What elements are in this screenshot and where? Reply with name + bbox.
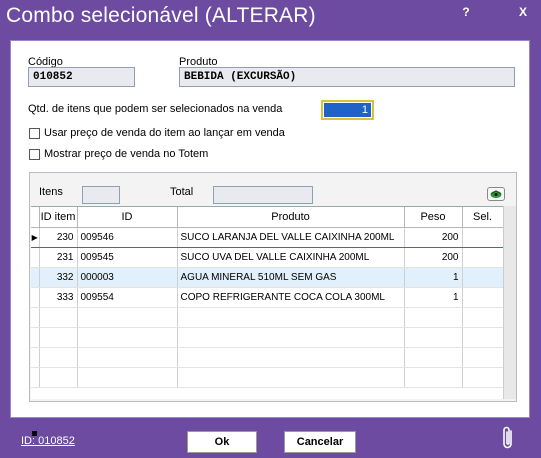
form-panel: Código 010852 Produto BEBIDA (EXCURSÃO) … (10, 40, 530, 436)
window-title: Combo selecionável (ALTERAR) (6, 4, 316, 27)
qtd-value: 1 (324, 103, 371, 117)
cell-id: 009546 (77, 226, 178, 248)
cell-sel[interactable] (462, 287, 504, 308)
usar-preco-checkbox[interactable] (29, 128, 40, 139)
qtd-input[interactable]: 1 (321, 100, 374, 120)
table-row[interactable]: 231 009545 SUCO UVA DEL VALLE CAIXINHA 2… (31, 247, 504, 268)
cancel-button[interactable]: Cancelar (284, 431, 356, 453)
cell-produto: COPO REFRIGERANTE COCA COLA 300ML (177, 287, 405, 308)
table-row-empty (31, 307, 504, 328)
cell-peso: 200 (404, 226, 463, 248)
close-button[interactable]: X (512, 4, 534, 20)
items-grid-area: Itens Total ID item ID Produto Peso Sel.… (29, 172, 517, 436)
window-frame: Combo selecionável (ALTERAR) ? X Código … (0, 0, 541, 458)
table-row-empty (31, 327, 504, 348)
table-row[interactable]: 333 009554 COPO REFRIGERANTE COCA COLA 3… (31, 287, 504, 308)
row-pointer-icon: ▶ (31, 226, 40, 248)
qtd-label: Qtd. de itens que podem ser selecionados… (28, 103, 283, 115)
items-table: ID item ID Produto Peso Sel. ▶ 230 00954… (31, 206, 504, 436)
cell-sel[interactable] (462, 226, 504, 248)
paperclip-icon[interactable] (500, 424, 516, 452)
refresh-icon (490, 190, 502, 198)
table-row-empty (31, 347, 504, 368)
cell-id: 009554 (77, 287, 178, 308)
help-button[interactable]: ? (455, 4, 477, 20)
cell-id-item: 230 (39, 226, 78, 248)
col-header-sel[interactable]: Sel. (462, 207, 504, 228)
col-header-id[interactable]: ID (77, 207, 178, 228)
cell-peso: 1 (404, 267, 463, 288)
col-header-peso[interactable]: Peso (404, 207, 463, 228)
refresh-button[interactable] (487, 187, 505, 201)
col-header-id-item[interactable]: ID item (39, 207, 78, 228)
cell-produto: SUCO UVA DEL VALLE CAIXINHA 200ML (177, 247, 405, 268)
cell-id: 000003 (77, 267, 178, 288)
cell-id: 009545 (77, 247, 178, 268)
ok-button[interactable]: Ok (187, 431, 257, 453)
table-row[interactable]: 332 000003 AGUA MINERAL 510ML SEM GAS 1 (31, 267, 504, 288)
table-row[interactable]: ▶ 230 009546 SUCO LARANJA DEL VALLE CAIX… (31, 226, 504, 248)
cell-produto: AGUA MINERAL 510ML SEM GAS (177, 267, 405, 288)
total-field[interactable] (213, 186, 313, 204)
mostrar-preco-checkbox[interactable] (29, 149, 40, 160)
record-id-link[interactable]: ID: 010852 (21, 435, 75, 447)
cell-peso: 200 (404, 247, 463, 268)
table-row-empty (31, 367, 504, 388)
cell-id-item: 332 (39, 267, 78, 288)
vertical-scrollbar[interactable] (503, 206, 516, 399)
cell-sel[interactable] (462, 247, 504, 268)
cell-peso: 1 (404, 287, 463, 308)
itens-label: Itens (39, 186, 63, 198)
table-header: ID item ID Produto Peso Sel. (31, 207, 504, 228)
usar-preco-label: Usar preço de venda do item ao lançar em… (44, 127, 285, 139)
cell-sel[interactable] (462, 267, 504, 288)
cell-produto: SUCO LARANJA DEL VALLE CAIXINHA 200ML (177, 226, 405, 248)
total-label: Total (170, 186, 194, 198)
itens-field[interactable] (82, 186, 120, 204)
mostrar-preco-label: Mostrar preço de venda no Totem (44, 148, 209, 160)
codigo-field[interactable]: 010852 (28, 67, 135, 87)
produto-field[interactable]: BEBIDA (EXCURSÃO) (179, 67, 515, 87)
row-indicator-header (31, 207, 40, 228)
cell-id-item: 231 (39, 247, 78, 268)
cell-id-item: 333 (39, 287, 78, 308)
col-header-produto[interactable]: Produto (177, 207, 405, 228)
